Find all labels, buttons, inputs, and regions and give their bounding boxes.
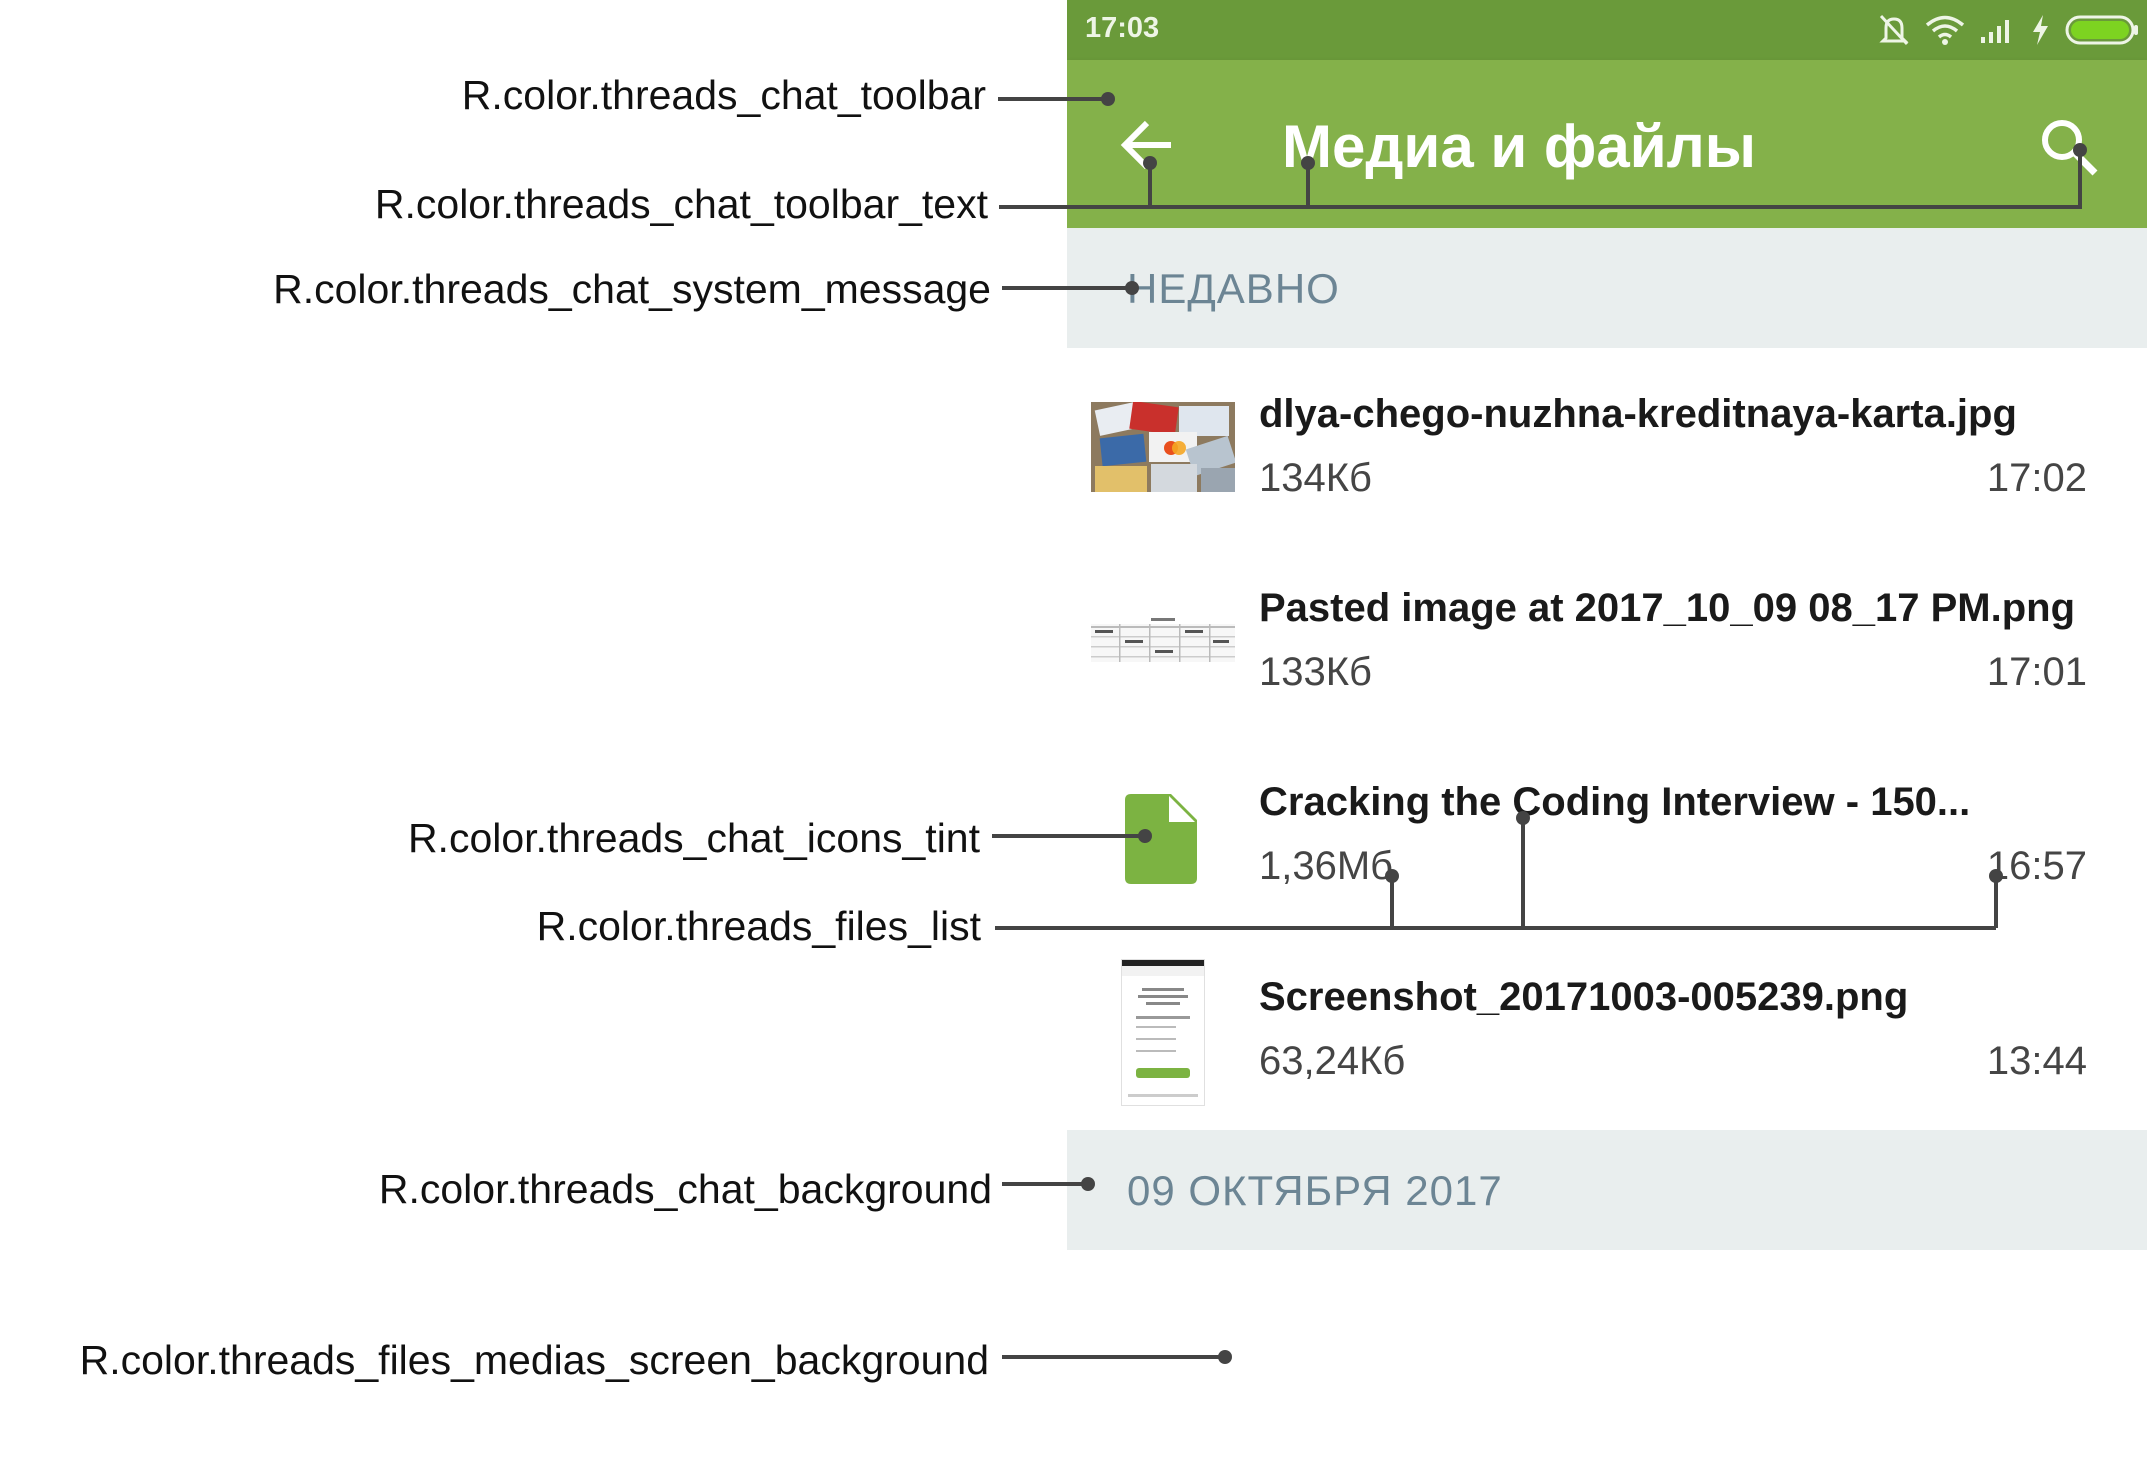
battery-icon [2065,15,2138,45]
section-header-date: 09 ОКТЯБРЯ 2017 [1067,1130,2147,1250]
arrow-left-icon[interactable] [1117,115,1177,175]
table-screenshot-thumbnail [1091,618,1235,668]
file-name: Screenshot_20171003-005239.png [1259,975,1909,1019]
file-time: 16:57 [1986,844,2087,888]
file-icon [1125,794,1197,884]
signal-icon [1981,20,2009,43]
file-size: 63,24Кб [1259,1039,1406,1083]
charging-icon [2033,15,2048,45]
phone-screenshot-thumbnail [1121,959,1205,1106]
file-row[interactable]: Pasted image at 2017_10_09 08_17 PM.png … [1067,586,2147,761]
file-time: 17:01 [1986,650,2087,694]
wifi-icon [1925,15,1965,45]
file-time: 13:44 [1986,1039,2087,1083]
file-row[interactable]: Cracking the Coding Interview - 150... 1… [1067,780,2147,955]
section-label: 09 ОКТЯБРЯ 2017 [1127,1167,1503,1214]
file-name: Pasted image at 2017_10_09 08_17 PM.png [1259,586,2076,630]
bell-off-icon [1879,14,1909,46]
file-time: 17:02 [1986,456,2087,500]
toolbar-title: Медиа и файлы [1282,113,1757,180]
annotation-screen-background: R.color.threads_files_medias_screen_back… [79,1337,989,1383]
annotation-chat-background: R.color.threads_chat_background [378,1166,992,1212]
file-name: dlya-chego-nuzhna-kreditnaya-karta.jpg [1259,392,2017,436]
status-bar: 17:03 [1067,0,2147,60]
file-name: Cracking the Coding Interview - 150... [1259,780,1971,824]
annotation-toolbar: R.color.threads_chat_toolbar [461,72,986,118]
file-size: 1,36Мб [1259,844,1394,888]
section-label: НЕДАВНО [1127,265,1340,312]
section-header-recent: НЕДАВНО [1067,228,2147,348]
photo-thumbnail [1091,402,1235,492]
phone-screen: 17:03 Медиа и файлы НЕДАВНО dlya-chego-n… [1067,0,2147,1466]
status-icons [1877,10,2147,50]
file-size: 133Кб [1259,650,1372,694]
annotation-system-message: R.color.threads_chat_system_message [273,266,991,312]
annotation-icons-tint: R.color.threads_chat_icons_tint [407,815,980,861]
search-icon[interactable] [2037,115,2101,179]
file-row[interactable]: dlya-chego-nuzhna-kreditnaya-karta.jpg 1… [1067,392,2147,567]
status-time: 17:03 [1085,12,1160,44]
file-row[interactable]: Screenshot_20171003-005239.png 63,24Кб 1… [1067,959,2147,1150]
toolbar: Медиа и файлы [1067,60,2147,228]
annotation-files-list: R.color.threads_files_list [536,903,981,949]
annotation-toolbar-text: R.color.threads_chat_toolbar_text [374,181,988,227]
file-size: 134Кб [1259,456,1372,500]
